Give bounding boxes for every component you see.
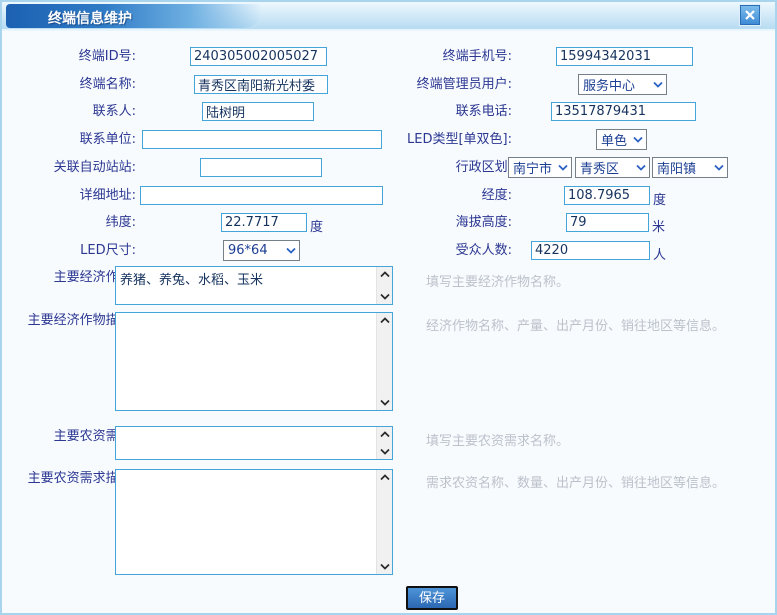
close-icon	[745, 10, 755, 20]
region-city-value: 南宁市	[509, 158, 555, 177]
crops-desc-input[interactable]	[116, 313, 375, 410]
terminal-phone-input[interactable]	[556, 47, 693, 66]
longitude-label: 经度:	[362, 188, 512, 204]
supplies-desc-hint: 需求农资名称、数量、出产月份、销往地区等信息。	[426, 472, 725, 491]
supplies-desc-scrollbar[interactable]	[376, 470, 392, 574]
crops-hint: 填写主要经济作物名称。	[426, 271, 569, 290]
supplies-input[interactable]	[116, 427, 375, 459]
chevron-down-icon	[283, 247, 299, 254]
supplies-hint: 填写主要农资需求名称。	[426, 430, 569, 449]
crops-scrollbar[interactable]	[376, 267, 392, 304]
led-size-label: LED尺寸:	[2, 243, 136, 259]
save-button[interactable]: 保存	[406, 586, 458, 610]
led-type-value: 单色	[597, 130, 630, 149]
terminal-name-label: 终端名称:	[2, 77, 136, 93]
dialog-titlebar: 终端信息维护	[2, 2, 775, 31]
led-size-select[interactable]: 96*64	[223, 240, 300, 261]
audience-input[interactable]	[531, 241, 650, 260]
scroll-up-icon	[380, 431, 390, 438]
terminal-info-dialog: 终端信息维护 终端ID号: 终端手机号: 终端名称: 终端管理员用户: 服务中心…	[0, 0, 777, 615]
supplies-scrollbar[interactable]	[376, 427, 392, 459]
led-size-value: 96*64	[224, 243, 283, 258]
address-input[interactable]	[140, 186, 383, 205]
terminal-id-input[interactable]	[190, 47, 327, 66]
chevron-down-icon	[711, 164, 727, 171]
altitude-unit: 米	[652, 216, 665, 235]
contact-unit-label: 联系单位:	[2, 132, 136, 148]
altitude-label: 海拔高度:	[362, 215, 512, 231]
led-type-label: LED类型[单双色]:	[362, 132, 512, 148]
region-city-select[interactable]: 南宁市	[508, 157, 572, 178]
region-town-value: 南阳镇	[653, 158, 711, 177]
supplies-desc-textarea[interactable]	[115, 469, 393, 575]
terminal-id-label: 终端ID号:	[2, 49, 136, 65]
chevron-down-icon	[555, 164, 571, 171]
latitude-input[interactable]	[221, 213, 307, 232]
scroll-up-icon	[380, 271, 390, 278]
contact-label: 联系人:	[2, 104, 136, 120]
region-district-select[interactable]: 青秀区	[575, 157, 650, 178]
audience-label: 受众人数:	[362, 243, 512, 259]
audience-unit: 人	[653, 244, 666, 263]
crops-textarea[interactable]: 养猪、养兔、水稻、玉米	[115, 266, 393, 305]
auto-station-input[interactable]	[200, 158, 322, 177]
contact-phone-label: 联系电话:	[362, 104, 512, 120]
scroll-down-icon	[380, 293, 390, 300]
longitude-unit: 度	[653, 189, 666, 208]
altitude-input[interactable]	[566, 213, 649, 232]
crops-desc-scrollbar[interactable]	[376, 313, 392, 410]
admin-user-label: 终端管理员用户:	[362, 77, 512, 93]
region-label: 行政区划:	[362, 160, 512, 176]
crops-desc-hint: 经济作物名称、产量、出产月份、销往地区等信息。	[426, 315, 725, 334]
title-pill: 终端信息维护	[6, 4, 262, 28]
terminal-name-input[interactable]	[194, 75, 328, 94]
longitude-input[interactable]	[564, 186, 650, 205]
scroll-down-icon	[380, 563, 390, 570]
crops-input[interactable]: 养猪、养兔、水稻、玉米	[116, 267, 375, 304]
admin-user-select[interactable]: 服务中心	[578, 74, 667, 95]
crops-desc-textarea[interactable]	[115, 312, 393, 411]
chevron-down-icon	[633, 164, 649, 171]
contact-input[interactable]	[202, 102, 314, 121]
scroll-up-icon	[380, 317, 390, 324]
region-district-value: 青秀区	[576, 158, 633, 177]
admin-user-value: 服务中心	[579, 75, 650, 94]
latitude-unit: 度	[310, 216, 323, 235]
terminal-phone-label: 终端手机号:	[362, 49, 512, 65]
contact-phone-input[interactable]	[551, 102, 696, 121]
region-town-select[interactable]: 南阳镇	[652, 157, 728, 178]
supplies-desc-input[interactable]	[116, 470, 375, 574]
chevron-down-icon	[650, 81, 666, 88]
address-label: 详细地址:	[2, 188, 136, 204]
led-type-select[interactable]: 单色	[596, 129, 647, 150]
scroll-down-icon	[380, 448, 390, 455]
contact-unit-input[interactable]	[142, 130, 382, 149]
close-button[interactable]	[740, 5, 760, 25]
supplies-textarea[interactable]	[115, 426, 393, 460]
auto-station-label: 关联自动站站:	[2, 160, 136, 176]
scroll-down-icon	[380, 399, 390, 406]
form-area: 终端ID号: 终端手机号: 终端名称: 终端管理员用户: 服务中心 联系人: 联…	[2, 31, 775, 613]
latitude-label: 纬度:	[2, 215, 136, 231]
chevron-down-icon	[630, 136, 646, 143]
dialog-title: 终端信息维护	[48, 8, 132, 28]
scroll-up-icon	[380, 474, 390, 481]
